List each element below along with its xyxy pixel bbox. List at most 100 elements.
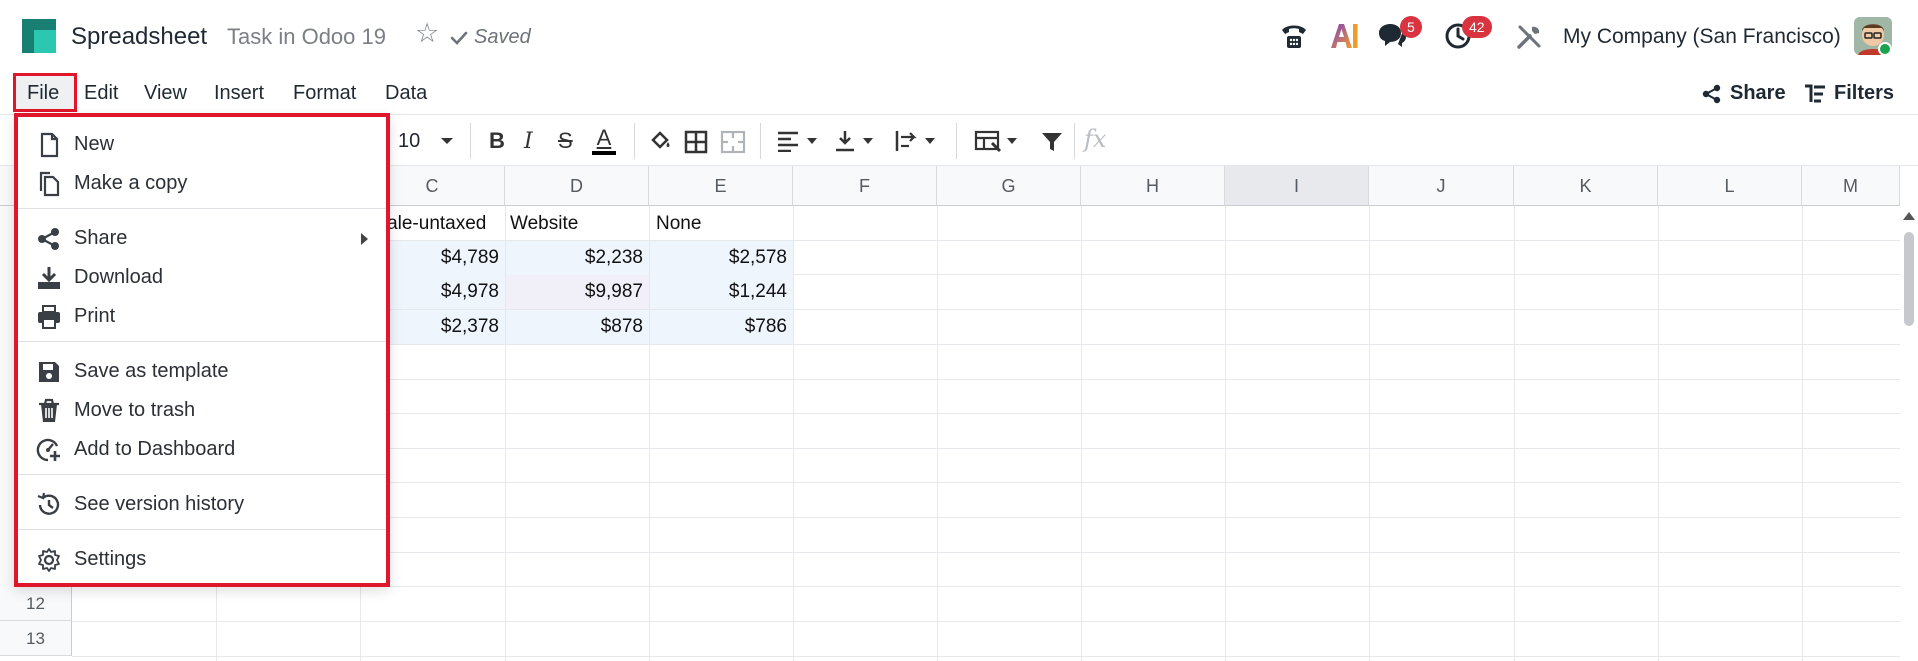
column-header-m[interactable]: M [1802,166,1900,206]
online-status-dot [1878,42,1892,56]
merge-cells-icon[interactable] [720,128,746,156]
scroll-up-arrow-icon[interactable] [1903,212,1915,220]
menu-item-print[interactable]: Print [18,297,386,335]
cell-d4[interactable]: $878 [506,310,649,344]
share-icon [38,228,59,250]
column-header-l[interactable]: L [1658,166,1802,206]
menu-file[interactable]: File [27,82,59,105]
horizontal-align-select[interactable] [776,127,818,155]
font-size-select[interactable]: 10 [398,127,454,155]
messages-count-badge: 5 [1400,16,1422,38]
cell-d1[interactable]: Website [506,207,649,241]
filters-button[interactable]: Filters [1803,82,1894,105]
menu-insert[interactable]: Insert [214,82,264,105]
document-title[interactable]: Task in Odoo 19 [227,24,386,50]
menu-separator [18,529,386,530]
vertical-align-select[interactable] [834,127,874,155]
print-icon [38,305,60,329]
menu-view[interactable]: View [144,82,187,105]
column-header-h[interactable]: H [1081,166,1225,206]
menu-item-save-template[interactable]: Save as template [18,352,386,390]
column-header-f[interactable]: F [793,166,937,206]
menu-item-download[interactable]: Download [18,258,386,296]
company-switcher[interactable]: My Company (San Francisco) [1563,25,1841,49]
format-select[interactable] [974,127,1018,155]
tools-icon[interactable] [1516,24,1542,50]
text-color-letter: A [596,125,612,150]
cell-d3[interactable]: $9,987 [506,275,649,309]
trash-icon [39,398,59,422]
scrollbar-thumb[interactable] [1904,232,1914,326]
bold-button[interactable]: B [489,127,505,155]
chevron-down-icon [807,138,817,144]
align-bottom-icon [836,131,854,152]
chevron-down-icon [441,138,454,144]
phone-icon[interactable] [1279,21,1309,51]
menu-item-move-trash[interactable]: Move to trash [18,391,386,429]
grid-line [793,206,794,661]
toolbar-separator [1074,123,1075,159]
menu-item-share[interactable]: Share [18,219,386,257]
cell-e4[interactable]: $786 [650,310,793,344]
menu-item-label: Make a copy [74,171,188,194]
check-icon [450,31,468,45]
dashboard-add-icon [36,438,60,462]
grid-line [1802,206,1803,661]
share-button[interactable]: Share [1702,82,1786,105]
column-header-e[interactable]: E [649,166,793,206]
cell-e2[interactable]: $2,578 [650,241,793,275]
formula-bar-icon[interactable]: fx [1084,125,1106,153]
borders-icon[interactable] [684,128,708,156]
toolbar-separator [634,123,635,159]
cell-d2[interactable]: $2,238 [506,241,649,275]
font-size-value: 10 [398,129,421,152]
history-icon [37,492,60,515]
column-header-d[interactable]: D [505,166,649,206]
filter-icon[interactable] [1040,128,1064,156]
menu-item-settings[interactable]: Settings [18,540,386,578]
fill-color-icon[interactable] [648,127,674,155]
menu-format[interactable]: Format [293,82,356,105]
menu-item-new[interactable]: New [18,125,386,163]
menu-edit[interactable]: Edit [84,82,118,105]
row-header-13[interactable]: 13 [0,621,72,656]
saved-label: Saved [474,26,531,48]
menu-item-label: Add to Dashboard [74,437,236,460]
text-wrap-select[interactable] [894,127,936,155]
filters-icon [1805,84,1825,102]
column-header-k[interactable]: K [1514,166,1658,206]
share-button-label: Share [1730,82,1786,104]
menu-bar: File Edit View Insert Format Data [0,72,1918,114]
column-header-j[interactable]: J [1369,166,1514,206]
column-header-i[interactable]: I [1225,166,1369,206]
strikethrough-button[interactable]: S [558,127,573,155]
toolbar-separator [956,123,957,159]
cell-e1[interactable]: None [650,207,793,241]
column-header-g[interactable]: G [937,166,1081,206]
submenu-arrow-icon [361,233,368,245]
cell-e3[interactable]: $1,244 [650,275,793,309]
ai-icon[interactable] [1329,22,1359,50]
text-color-button[interactable]: A [592,125,616,159]
grid-line [1514,206,1515,661]
menu-item-label: Settings [74,547,147,570]
grid-line [1081,206,1082,661]
menu-item-label: See version history [74,492,245,515]
menu-item-make-copy[interactable]: Make a copy [18,164,386,202]
spreadsheet-app-logo-icon[interactable] [22,19,56,53]
menu-data[interactable]: Data [385,82,427,105]
top-bar: Spreadsheet Task in Odoo 19 ☆ Saved 5 42… [0,0,1918,72]
save-icon [39,362,59,382]
table-format-icon [974,130,1002,153]
menu-item-version-history[interactable]: See version history [18,485,386,523]
chevron-down-icon [925,138,935,144]
download-icon [38,267,60,289]
italic-button[interactable]: I [524,127,533,155]
chevron-down-icon [863,138,873,144]
favorite-star-icon[interactable]: ☆ [415,20,439,47]
app-title[interactable]: Spreadsheet [71,23,207,51]
menu-item-add-dashboard[interactable]: Add to Dashboard [18,430,386,468]
row-header-12[interactable]: 12 [0,586,72,621]
menu-separator [18,341,386,342]
grid-line [1658,206,1659,661]
